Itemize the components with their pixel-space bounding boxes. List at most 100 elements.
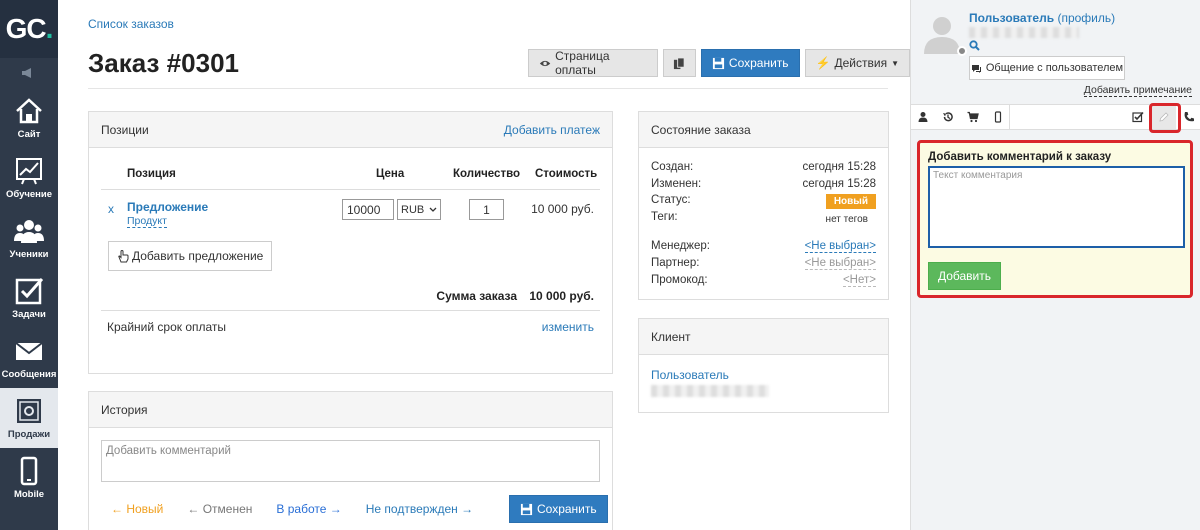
order-state-title: Состояние заказа [651, 122, 751, 137]
history-title: История [101, 402, 148, 417]
envelope-icon [15, 342, 43, 360]
offer-type-link[interactable]: Продукт [127, 215, 167, 228]
chat-with-user-button[interactable]: Общение с пользователем [969, 56, 1125, 80]
save-button[interactable]: Сохранить [700, 49, 800, 77]
sidebar-item-label: Продажи [7, 429, 51, 440]
partner-row: Партнер: <Не выбран> [651, 257, 876, 270]
hand-pointer-icon [118, 249, 129, 262]
sidebar-item-students[interactable]: Ученики [0, 208, 58, 268]
users-icon [14, 220, 44, 243]
tab-mobile[interactable] [986, 105, 1010, 129]
home-icon [16, 98, 42, 124]
payment-page-button[interactable]: Страница оплаты [528, 49, 658, 77]
history-icon [943, 112, 953, 122]
history-comment-input[interactable]: Добавить комментарий [101, 440, 600, 482]
tab-history[interactable] [936, 105, 960, 129]
status-cancelled-link[interactable]: ← Отменен [187, 502, 252, 516]
col-total: Стоимость [535, 168, 598, 180]
remove-position-button[interactable]: x [108, 202, 114, 216]
sidebar-item-label: Обучение [5, 189, 53, 200]
partner-select-link[interactable]: <Не выбран> [804, 257, 876, 270]
search-icon[interactable] [969, 40, 980, 51]
megaphone-icon[interactable] [0, 58, 58, 88]
history-save-button[interactable]: Сохранить [509, 495, 608, 523]
sidebar-item-sales[interactable]: Продажи [0, 388, 58, 448]
user-link: Пользователь (профиль) [969, 11, 1115, 25]
positions-header: Позиции Добавить платеж [89, 112, 612, 148]
client-name-link[interactable]: Пользователь [651, 368, 729, 382]
manager-row: Менеджер: <Не выбран> [651, 240, 876, 253]
changed-row: Изменен: сегодня 15:28 [651, 178, 876, 190]
add-note-link[interactable]: Добавить примечание [1083, 84, 1192, 97]
right-panel: Пользователь (профиль) Общение с пользов… [910, 0, 1200, 530]
sidebar-item-label: Сайт [17, 129, 41, 140]
divider [101, 310, 600, 311]
breadcrumb-orders-list[interactable]: Список заказов [88, 17, 174, 31]
status-row: Статус: Новый [651, 194, 876, 210]
sidebar-item-tasks[interactable]: Задачи [0, 268, 58, 328]
sidebar-item-label: Ученики [9, 249, 49, 260]
safe-icon [17, 399, 41, 423]
phone-icon [20, 456, 38, 486]
row-total: 10 000 руб. [531, 202, 594, 216]
history-header: История [89, 392, 612, 428]
profile-link[interactable]: (профиль) [1057, 11, 1115, 25]
logo-text: GC. [5, 13, 54, 44]
sidebar-item-learning[interactable]: Обучение [0, 148, 58, 208]
sidebar-item-site[interactable]: Сайт [0, 88, 58, 148]
page-title: Заказ #0301 [88, 48, 239, 78]
main-content: Список заказов Заказ #0301 Страница опла… [58, 0, 910, 530]
left-sidebar: GC. Сайт Обучение Ученики Задачи Сообщен… [0, 0, 58, 530]
copy-button[interactable] [662, 49, 696, 77]
user-icon [918, 112, 928, 122]
price-input[interactable]: 10000 [342, 199, 394, 220]
history-panel: История Добавить комментарий ← Новый ← О… [88, 391, 613, 530]
currency-select[interactable]: RUB [397, 199, 441, 220]
tab-cart[interactable] [961, 105, 985, 129]
add-offer-button[interactable]: Добавить предложение [108, 241, 273, 271]
order-state-panel: Состояние заказа Создан: сегодня 15:28 И… [638, 111, 889, 300]
title-divider [88, 88, 888, 89]
comment-textarea[interactable]: Текст комментария [928, 166, 1185, 248]
status-in-work-link[interactable]: В работе → [276, 502, 341, 516]
sidebar-item-messages[interactable]: Сообщения [0, 328, 58, 388]
add-payment-link[interactable]: Добавить платеж [504, 123, 600, 137]
promo-select-link[interactable]: <Нет> [842, 274, 876, 287]
tab-user[interactable] [911, 105, 935, 129]
floppy-icon [712, 57, 724, 69]
chevron-down-icon [429, 207, 437, 212]
eye-icon [539, 60, 551, 66]
col-quantity: Количество [453, 168, 521, 180]
offer-name-link[interactable]: Предложение [127, 200, 208, 214]
edit-tab-highlight [1149, 103, 1181, 133]
tags-value[interactable]: нет тегов [826, 214, 868, 225]
client-header: Клиент [639, 319, 888, 355]
floppy-icon [520, 503, 533, 515]
order-sum-label: Сумма заказа [436, 289, 517, 303]
online-status-dot [957, 46, 967, 56]
tab-tasks[interactable] [1126, 105, 1150, 129]
change-deadline-link[interactable]: изменить [542, 320, 594, 334]
sidebar-item-mobile[interactable]: Mobile [0, 448, 58, 508]
actions-dropdown[interactable]: ⚡ Действия ▼ [804, 49, 910, 77]
logo[interactable]: GC. [0, 0, 58, 58]
quantity-input[interactable]: 1 [469, 199, 504, 220]
user-name-link[interactable]: Пользователь [969, 11, 1054, 25]
positions-title: Позиции [101, 122, 149, 137]
chart-icon [16, 158, 42, 185]
client-email-blurred [651, 385, 769, 397]
add-comment-button[interactable]: Добавить [928, 262, 1001, 290]
promo-row: Промокод: <Нет> [651, 274, 876, 287]
status-new-link[interactable]: ← Новый [111, 502, 163, 516]
copy-icon [673, 56, 685, 69]
phone-call-icon [1184, 112, 1194, 122]
status-unconfirmed-link[interactable]: Не подтвержден → [366, 502, 473, 516]
created-row: Создан: сегодня 15:28 [651, 161, 876, 173]
manager-select-link[interactable]: <Не выбран> [804, 240, 876, 253]
sidebar-item-label: Сообщения [1, 369, 57, 380]
cart-icon [967, 111, 979, 123]
tags-row: Теги: нет тегов [651, 211, 868, 225]
order-state-header: Состояние заказа [639, 112, 888, 148]
positions-panel: Позиции Добавить платеж Позиция Цена Кол… [88, 111, 613, 374]
toolbar: Страница оплаты Сохранить ⚡ Действия ▼ [528, 49, 910, 77]
